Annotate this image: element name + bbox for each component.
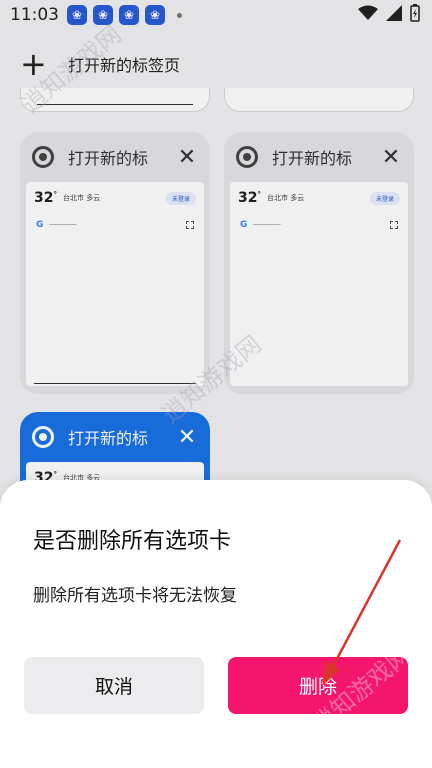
dialog-title: 是否删除所有选项卡 [33, 529, 232, 554]
delete-all-tabs-dialog: 是否删除所有选项卡 删除所有选项卡将无法恢复 取消 删除 逍知游戏网 [0, 480, 432, 768]
dialog-message: 删除所有选项卡将无法恢复 [33, 586, 237, 606]
cancel-button[interactable]: 取消 [24, 657, 204, 714]
